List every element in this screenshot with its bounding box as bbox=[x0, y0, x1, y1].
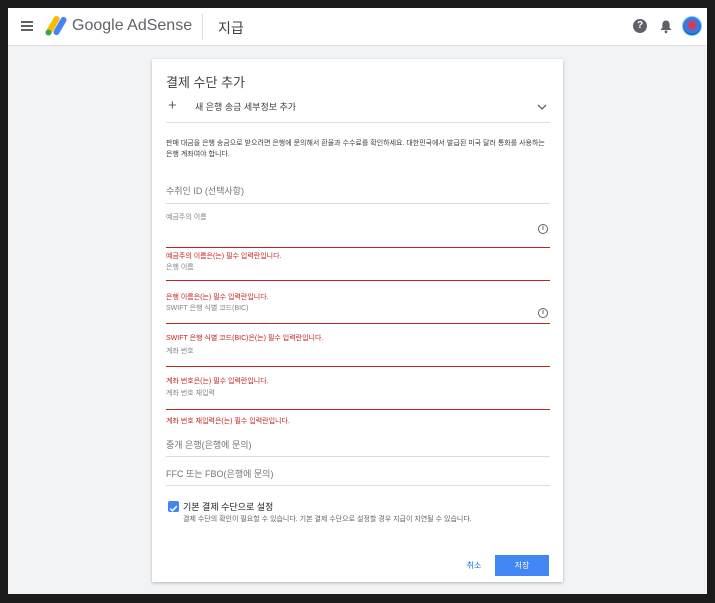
cancel-button[interactable]: 취소 bbox=[456, 555, 492, 575]
intermediary-bank-field[interactable] bbox=[166, 433, 550, 457]
account-number-confirm-input[interactable] bbox=[166, 392, 550, 410]
app-window: Google AdSense 지급 ? 결제 수단 추가 + 새 은행 송금 세… bbox=[8, 8, 707, 594]
save-button[interactable]: 저장 bbox=[495, 555, 549, 576]
account-avatar[interactable] bbox=[682, 16, 702, 36]
ffc-fbo-field[interactable] bbox=[166, 462, 550, 486]
product-name[interactable]: Google AdSense bbox=[72, 17, 192, 35]
payee-id-input[interactable] bbox=[166, 179, 550, 203]
ffc-fbo-input[interactable] bbox=[166, 462, 550, 485]
bell-icon[interactable] bbox=[659, 19, 673, 34]
info-icon[interactable]: i bbox=[538, 224, 548, 234]
default-payment-checkbox[interactable] bbox=[168, 501, 179, 512]
account-holder-input[interactable] bbox=[166, 220, 550, 238]
account-number-confirm-error: 계좌 번호 재입력은(는) 필수 입력란입니다. bbox=[166, 418, 290, 425]
bank-transfer-notice: 판매 대금을 은행 송금으로 받으려면 은행에 문의해서 환율과 수수료를 확인… bbox=[166, 140, 545, 158]
chevron-down-icon[interactable] bbox=[536, 101, 548, 113]
default-payment-label[interactable]: 기본 결제 수단으로 설정 bbox=[183, 500, 273, 513]
help-icon[interactable]: ? bbox=[633, 19, 647, 33]
account-number-input[interactable] bbox=[166, 349, 550, 367]
header-divider bbox=[202, 14, 203, 40]
adsense-logo bbox=[45, 15, 67, 36]
add-bank-transfer-label: 새 은행 송금 세부정보 추가 bbox=[195, 102, 297, 112]
payee-id-field[interactable] bbox=[166, 179, 550, 204]
account-holder-field[interactable]: 예금주의 이름 i bbox=[166, 210, 550, 248]
checkmark-icon bbox=[169, 505, 178, 512]
intermediary-bank-input[interactable] bbox=[166, 433, 550, 456]
page-title: 지급 bbox=[218, 20, 244, 36]
info-icon[interactable]: i bbox=[538, 308, 548, 318]
account-number-field[interactable]: 계좌 번호 bbox=[166, 339, 550, 367]
menu-icon[interactable] bbox=[20, 19, 34, 33]
default-payment-description: 결제 수단의 확인이 필요할 수 있습니다. 기본 결제 수단으로 설정할 경우… bbox=[183, 516, 472, 523]
swift-code-field[interactable]: SWIFT 은행 식별 코드(BIC) i bbox=[166, 295, 550, 324]
account-number-confirm-field[interactable]: 계좌 번호 재입력 bbox=[166, 382, 550, 410]
bank-name-input[interactable] bbox=[166, 263, 550, 281]
card-title: 결제 수단 추가 bbox=[166, 75, 245, 90]
bank-name-field[interactable]: 은행 이름 bbox=[166, 253, 550, 281]
top-app-bar: Google AdSense 지급 ? bbox=[8, 8, 707, 46]
add-bank-transfer-option[interactable]: + 새 은행 송금 세부정보 추가 bbox=[166, 95, 550, 123]
add-payment-method-card: 결제 수단 추가 + 새 은행 송금 세부정보 추가 판매 대금을 은행 송금으… bbox=[152, 59, 563, 582]
plus-icon: + bbox=[168, 97, 177, 114]
swift-code-input[interactable] bbox=[166, 305, 550, 323]
